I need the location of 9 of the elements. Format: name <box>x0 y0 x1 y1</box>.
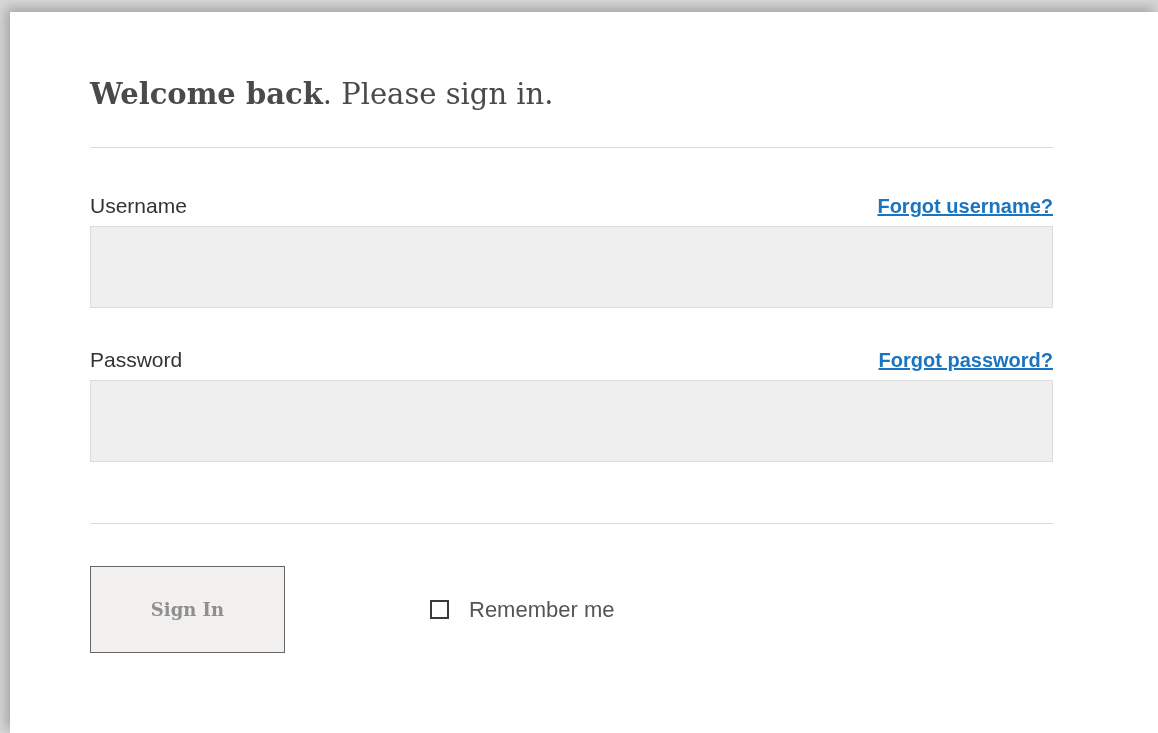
heading: Welcome back. Please sign in. <box>90 76 555 113</box>
forgot-link[interactable]: Forgot password? <box>878 349 1053 372</box>
input-field[interactable] <box>90 380 1053 462</box>
field-label: Password <box>90 348 183 372</box>
input-field[interactable] <box>90 226 1053 308</box>
forgot-link[interactable]: Forgot username? <box>877 195 1053 218</box>
checkbox[interactable] <box>430 600 449 619</box>
remember-label: Remember me <box>469 596 615 623</box>
field-label: Username <box>90 194 187 218</box>
